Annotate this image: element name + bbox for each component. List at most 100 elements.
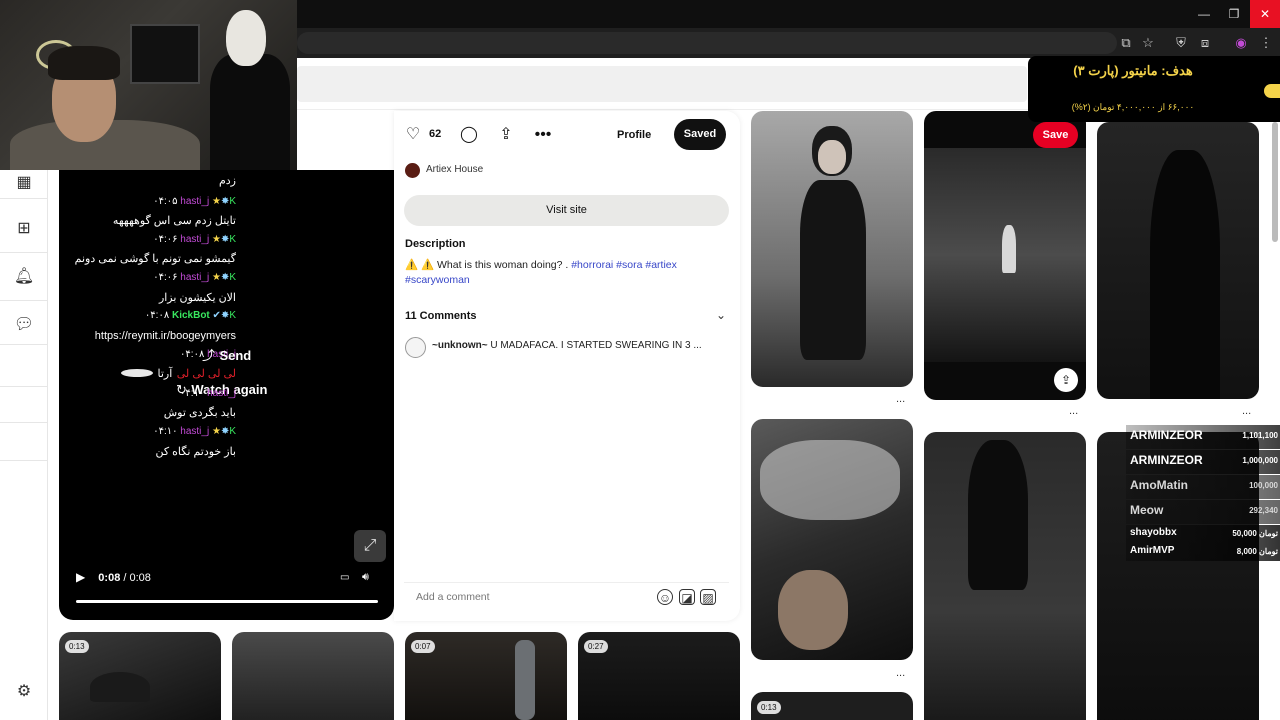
leaderboard-row: Meow 292,340 <box>1126 500 1280 524</box>
expand-icon[interactable]: ⤢ <box>354 530 386 562</box>
boards-icon[interactable]: ▦ <box>12 171 36 195</box>
sticker-picker-icon[interactable]: ◪ <box>679 589 695 605</box>
hashtag-link[interactable]: #sora <box>616 259 642 271</box>
pin-ghost-figure <box>1002 225 1016 273</box>
extensions-puzzle-icon[interactable]: ⧈ <box>1195 33 1215 53</box>
related-pin[interactable] <box>232 632 394 720</box>
pin-more-icon[interactable]: ... <box>1242 405 1251 417</box>
description-text: ⚠️ ⚠️ What is this woman doing? . #horro… <box>405 259 677 286</box>
shield-extension-icon[interactable]: ⛨ <box>1171 33 1191 53</box>
comments-heading[interactable]: 11 Comments <box>405 310 477 322</box>
saved-button[interactable]: Saved <box>674 119 726 150</box>
commenter-avatar[interactable] <box>405 337 426 358</box>
save-button[interactable]: Save <box>1033 122 1078 148</box>
chat-message: گیمشو نمی تونم با گوشی نمی دونم <box>74 253 236 265</box>
author-name[interactable]: Artiex House <box>426 164 483 175</box>
more-icon[interactable]: ••• <box>532 124 554 146</box>
rail-divider <box>0 386 48 387</box>
webcam-mask <box>226 10 266 66</box>
play-icon[interactable]: ▶ <box>76 570 85 584</box>
image-upload-icon[interactable]: ▨ <box>700 589 716 605</box>
create-plus-icon[interactable]: ⊞ <box>12 217 36 241</box>
video-duration-badge: 0:13 <box>65 640 89 653</box>
pin-pillow <box>760 440 900 520</box>
leaderboard-row: AmirMVP 8,000 تومان <box>1126 543 1280 561</box>
chat-message: تایتل زدم سی اس گوههههه <box>112 215 236 227</box>
webcam-shelf <box>130 24 200 84</box>
hashtag-link[interactable]: #scarywoman <box>405 274 470 286</box>
minimize-icon[interactable]: — <box>1194 4 1214 24</box>
like-count: 62 <box>429 128 442 140</box>
video-duration-badge: 0:13 <box>757 701 781 714</box>
leaderboard-row: ARMINZEOR 1,101,100 <box>1126 425 1280 449</box>
chat-line: ۰۴:۰۶ hasti_j ★✸K <box>153 234 236 245</box>
chat-line: ۰۴:۰۸ KickBot ✔✸K <box>144 310 236 321</box>
webcam-person-hair <box>48 46 120 80</box>
time-current: 0:08 <box>98 572 121 584</box>
kebab-menu-icon[interactable]: ⋮ <box>1256 33 1276 53</box>
chat-message: باید بگردی توش <box>163 407 236 419</box>
webcam-overlay <box>0 0 297 170</box>
address-bar[interactable] <box>297 32 1117 54</box>
profile-button[interactable]: Profile <box>617 124 651 146</box>
install-app-icon[interactable]: ⧉ <box>1116 33 1136 53</box>
chat-line: ۰۴:۱۰ hasti_j <box>180 388 236 399</box>
notifications-bell-icon[interactable]: 🔔︎ <box>12 265 36 289</box>
chevron-down-icon[interactable]: ⌄ <box>716 308 726 322</box>
goal-title: هدف: مانیتور (پارت ۳) <box>1073 63 1193 78</box>
webcam-costume <box>210 54 290 170</box>
chat-line: ۰۴:۰۵ hasti_j ★✸K <box>153 196 236 207</box>
video-progress-bar[interactable] <box>76 600 378 603</box>
visit-site-button[interactable]: Visit site <box>404 195 729 226</box>
hashtag-link[interactable]: #artiex <box>645 259 677 271</box>
send-share-button[interactable]: ⤴ Send <box>202 345 251 365</box>
emoji-icon[interactable]: ☺ <box>657 589 673 605</box>
time-total: / 0:08 <box>123 572 151 584</box>
rail-divider <box>0 460 48 461</box>
comment-icon[interactable]: ◯ <box>458 124 480 146</box>
description-heading: Description <box>405 238 466 250</box>
leaderboard-row: AmoMatin 100,000 <box>1126 475 1280 499</box>
chat-fragment: زدم <box>218 175 236 187</box>
close-icon[interactable]: ✕ <box>1250 0 1280 28</box>
page-scrollbar[interactable] <box>1272 122 1278 242</box>
leaderboard-row: shayobbx 50,000 تومان <box>1126 525 1280 543</box>
upload-share-icon[interactable]: ⇪ <box>1054 368 1078 392</box>
share-icon[interactable]: ⇪ <box>495 124 517 146</box>
chat-link[interactable]: https://reymit.ir/boogeymyers <box>60 326 236 344</box>
pin-more-icon[interactable]: ... <box>1069 405 1078 417</box>
profile-avatar-icon[interactable]: ◉ <box>1231 33 1251 53</box>
settings-gear-icon[interactable]: ⚙ <box>12 680 36 704</box>
goal-progress-text: ۶۶,۰۰۰ از ۴,۰۰۰,۰۰۰ تومان (۲%) <box>1071 102 1195 112</box>
pin-shadow-figure <box>1150 150 1220 399</box>
share-arrow-icon: ⤴ <box>202 348 216 363</box>
pin-more-icon[interactable]: ... <box>896 667 905 679</box>
comment-item: ~unknown~ U MADAFACA. I STARTED SWEARING… <box>432 340 702 351</box>
rail-divider <box>0 422 48 423</box>
chat-message: لی لی لی لی آرتا <box>157 368 236 380</box>
heart-icon[interactable]: ♡ <box>402 124 424 146</box>
rail-divider <box>0 344 48 345</box>
chat-message: الان یکیشون بزار <box>158 292 236 304</box>
pin-figure-person <box>515 640 535 720</box>
search-bar[interactable] <box>297 66 1027 102</box>
pin-detail-panel <box>394 111 740 621</box>
chat-line: ۰۴:۱۰ hasti_j ★✸K <box>153 426 236 437</box>
chat-line: ۰۴:۰۶ hasti_j ★✸K <box>153 272 236 283</box>
hashtag-link[interactable]: #horrorai <box>571 259 613 271</box>
pin-more-icon[interactable]: ... <box>896 393 905 405</box>
video-controls: ▶ 0:08 / 0:08 <box>76 570 151 588</box>
pin-shadow-figure <box>968 440 1028 590</box>
rail-divider <box>0 300 48 301</box>
captions-icon[interactable]: ▭ <box>340 572 349 583</box>
bookmark-star-icon[interactable]: ☆ <box>1138 33 1158 53</box>
goal-progress-fill <box>1264 84 1280 98</box>
pin-figure-body <box>800 180 866 360</box>
rail-divider <box>0 198 48 199</box>
messages-icon[interactable]: 💬︎ <box>12 313 36 337</box>
author-avatar[interactable] <box>405 163 420 178</box>
volume-icon[interactable]: 🔊︎ <box>362 571 369 584</box>
video-duration-badge: 0:07 <box>411 640 435 653</box>
add-comment-input[interactable]: Add a comment <box>416 591 490 603</box>
restore-icon[interactable]: ❐ <box>1224 4 1244 24</box>
